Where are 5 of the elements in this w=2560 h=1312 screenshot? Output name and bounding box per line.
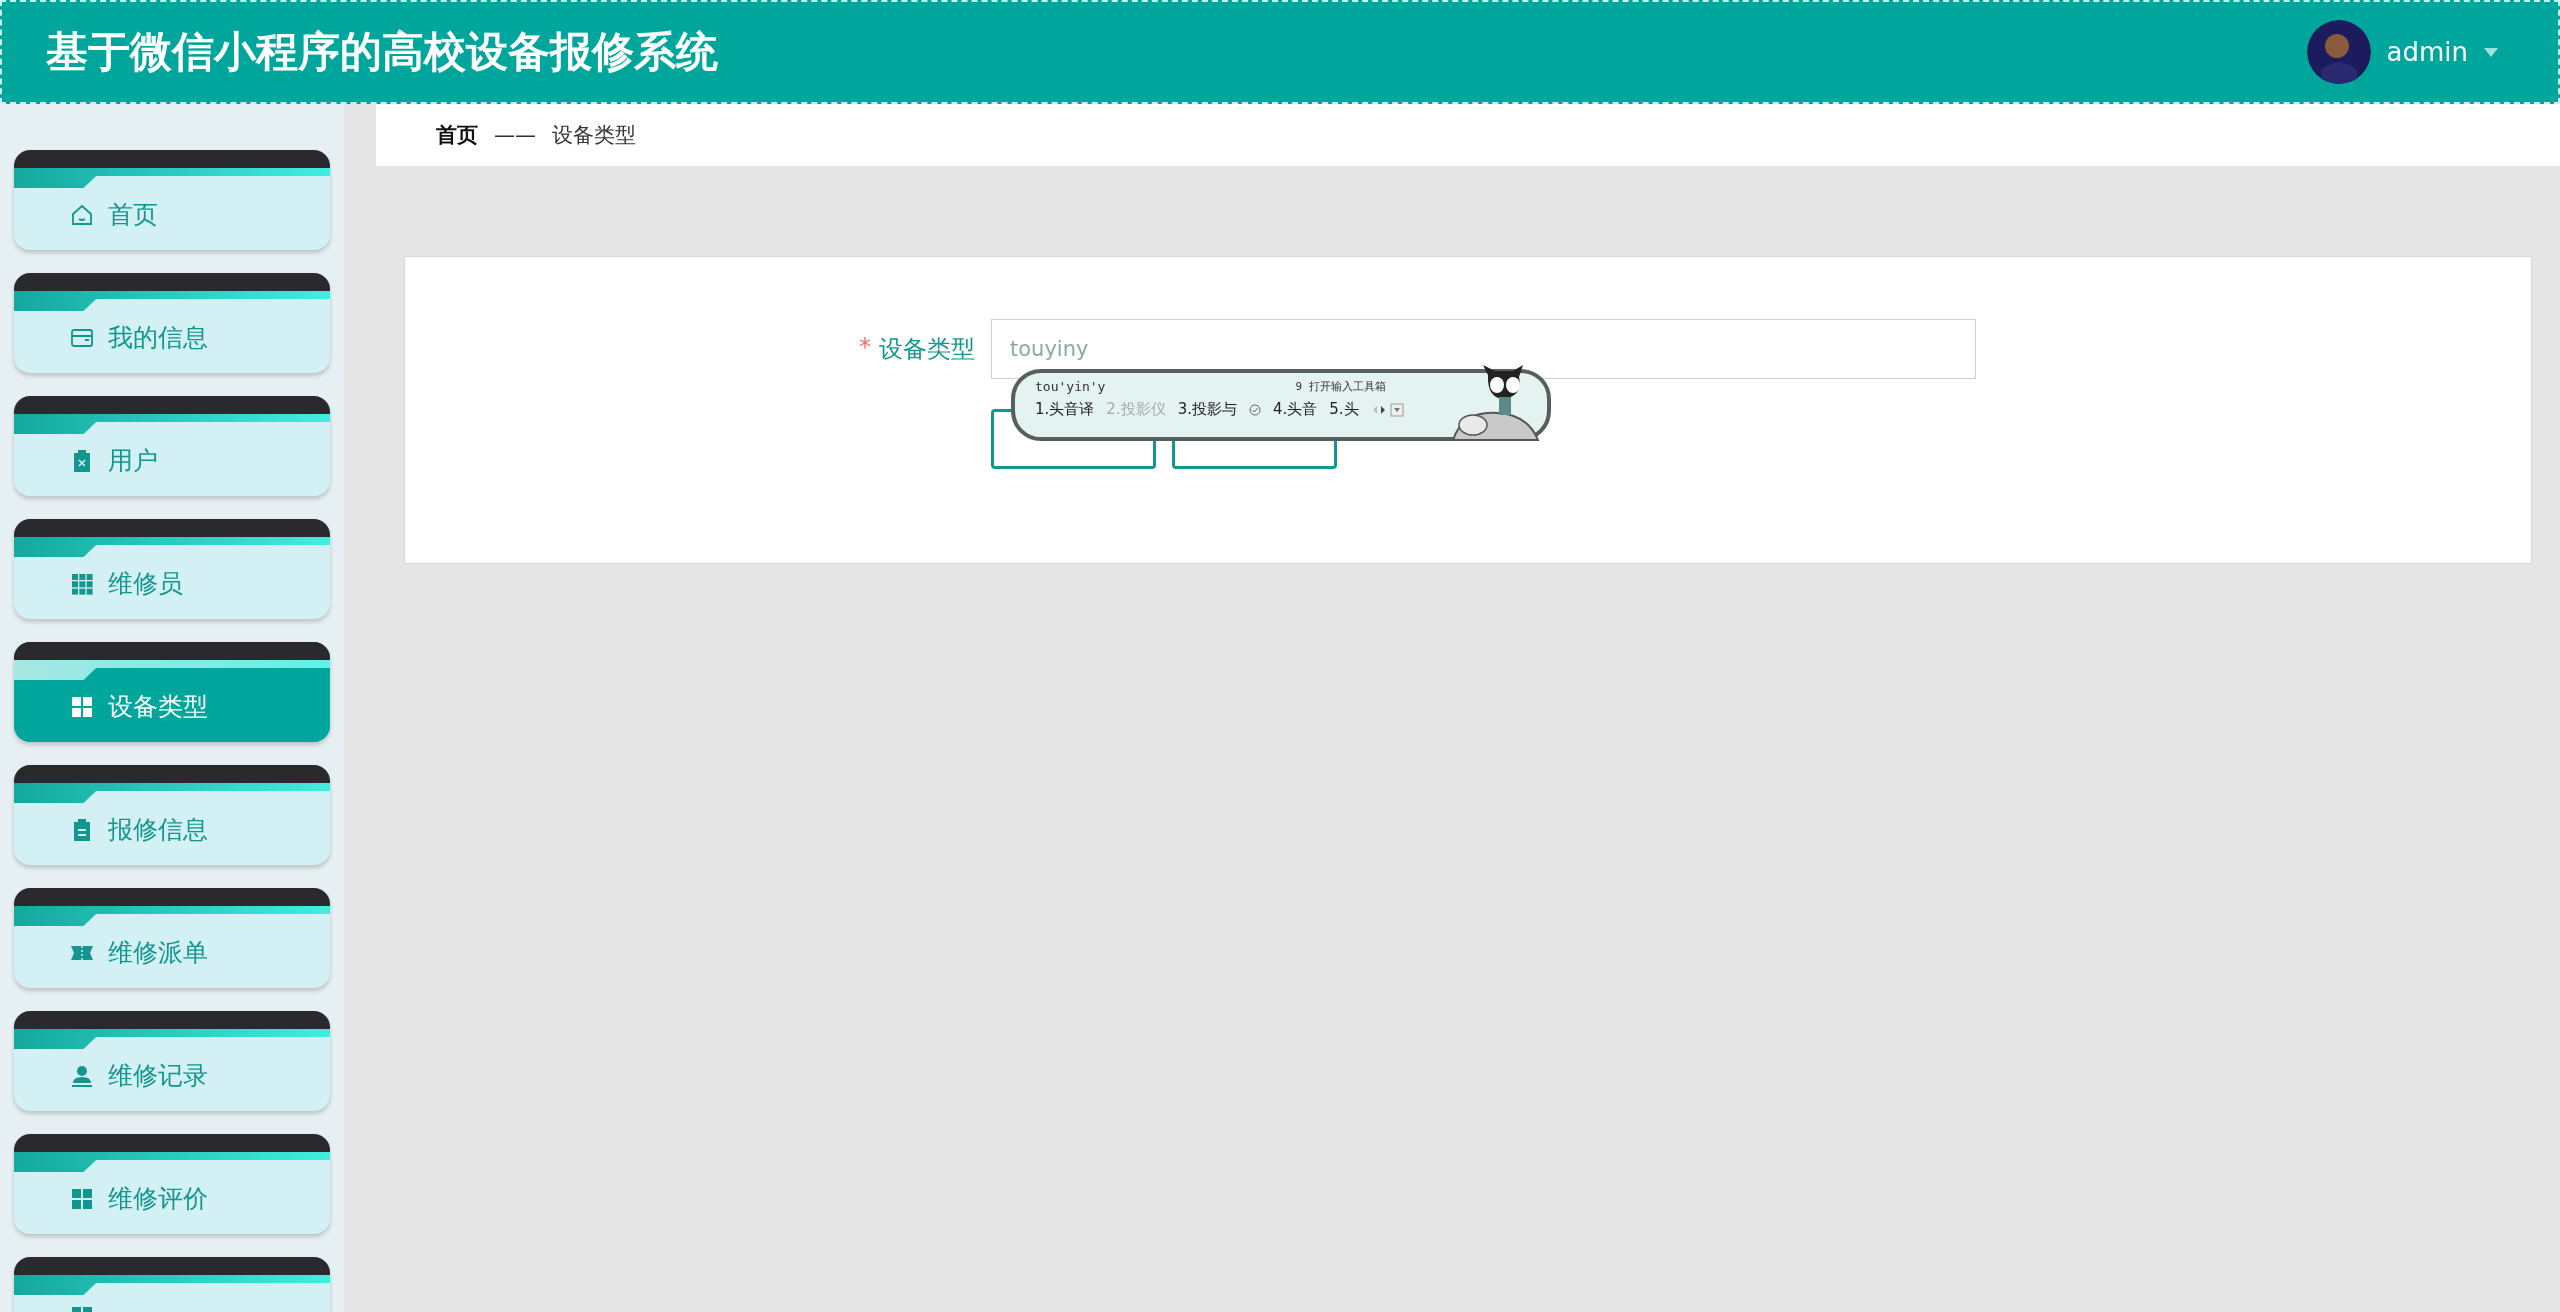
app-title: 基于微信小程序的高校设备报修系统: [46, 26, 718, 78]
field-label: 设备类型: [879, 334, 975, 365]
required-mark: *: [859, 333, 871, 363]
breadcrumb-separator: ——: [494, 123, 536, 147]
ime-composition: tou'yin'y: [1035, 379, 1106, 394]
